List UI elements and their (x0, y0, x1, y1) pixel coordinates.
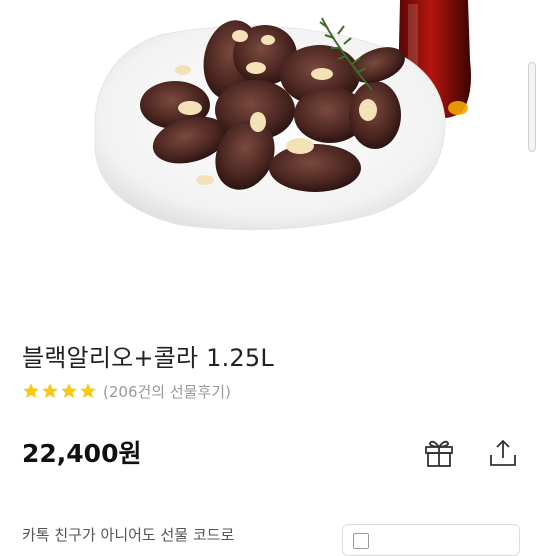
star-icon (61, 383, 77, 399)
star-icon (42, 383, 58, 399)
gift-icon (425, 440, 453, 467)
product-title: 블랙알리오+콜라 1.25L (22, 344, 274, 372)
star-icon (80, 383, 96, 399)
gift-code-notice: 카톡 친구가 아니어도 선물 코드로 (22, 526, 235, 544)
product-image (0, 0, 540, 300)
share-icon (490, 439, 516, 466)
rating-row[interactable]: (206건의 선물후기) (22, 380, 231, 402)
share-button[interactable] (486, 436, 520, 470)
star-icon (23, 383, 39, 399)
product-photo (94, 0, 471, 231)
option-box[interactable] (342, 524, 520, 556)
star-rating (22, 382, 97, 400)
product-price: 22,400원 (22, 439, 142, 468)
scrollbar-thumb[interactable] (528, 62, 536, 152)
checkbox[interactable] (353, 533, 369, 549)
gift-button[interactable] (422, 436, 456, 470)
review-count[interactable]: (206건의 선물후기) (103, 381, 231, 402)
